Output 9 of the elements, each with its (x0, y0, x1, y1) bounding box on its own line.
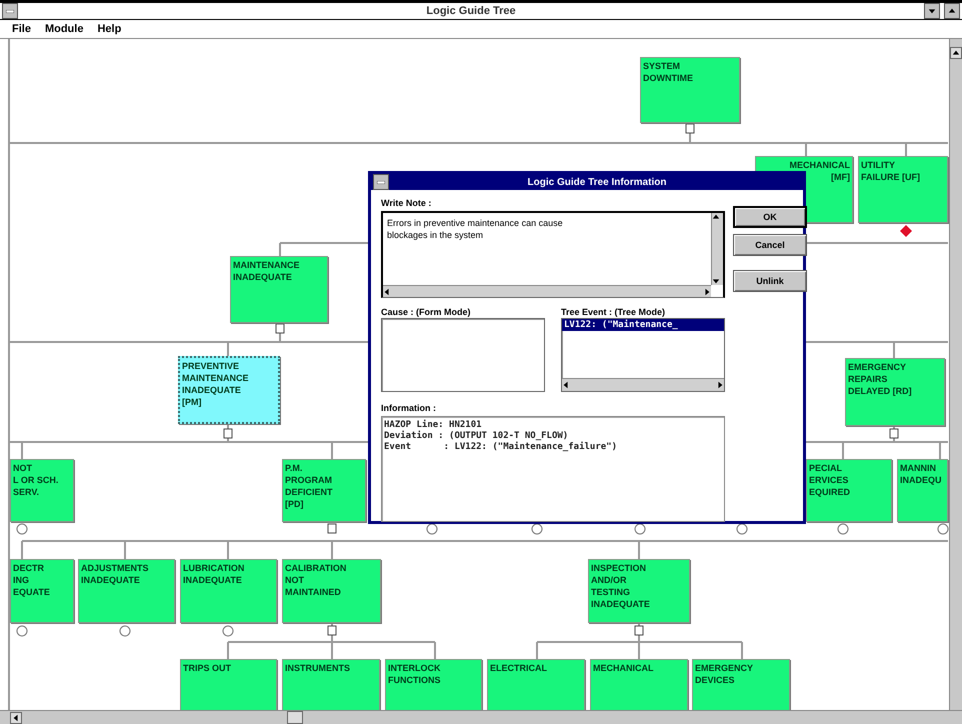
information-line: HAZOP Line: HN2101 (384, 420, 483, 430)
note-label: Write Note : (381, 198, 432, 208)
window-title: Logic Guide Tree (425, 5, 517, 17)
information-line: Deviation : (OUTPUT 102-T NO_FLOW) (384, 431, 570, 441)
dialog-title: Logic Guide Tree Information (526, 176, 668, 188)
tree-event-label: Tree Event : (Tree Mode) (561, 307, 666, 317)
information-label: Information : (381, 403, 437, 413)
cause-label: Cause : (Form Mode) (381, 307, 472, 317)
information-line: Event : LV122: ("Maintenance_failure") (384, 442, 618, 452)
